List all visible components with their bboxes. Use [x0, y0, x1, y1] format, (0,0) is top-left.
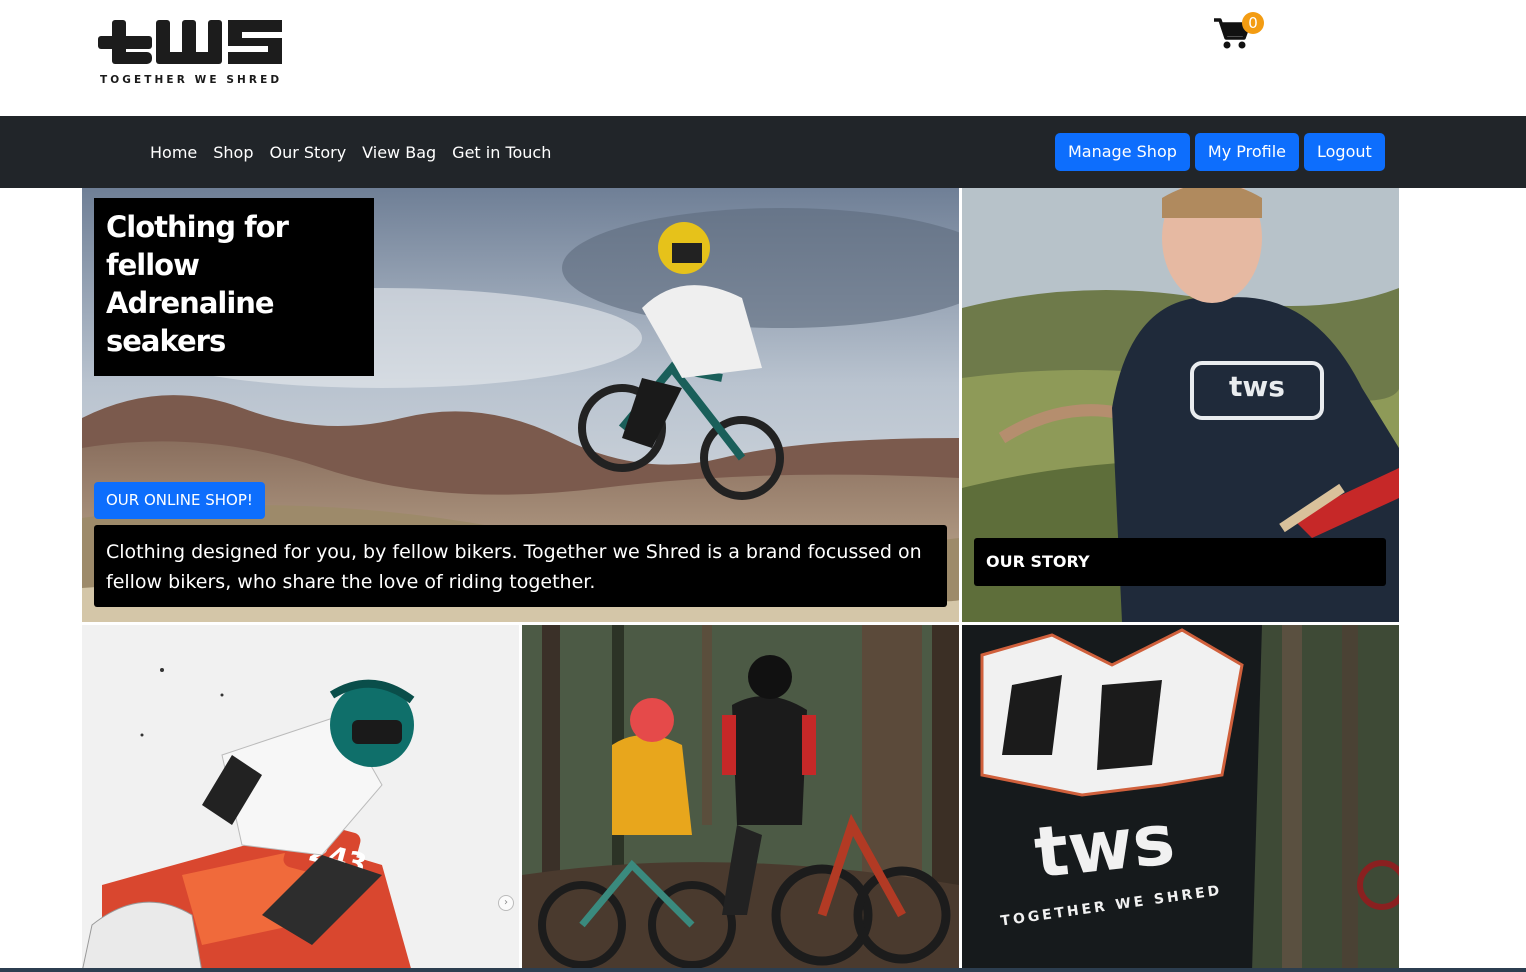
my-profile-button[interactable]: My Profile	[1194, 133, 1299, 171]
nav-links: Home Shop Our Story View Bag Get in Touc…	[150, 116, 551, 188]
page-bottom-bar	[0, 968, 1526, 972]
cart-count-badge: 0	[1242, 12, 1264, 34]
nav-our-story[interactable]: Our Story	[270, 143, 347, 162]
main-navbar: Home Shop Our Story View Bag Get in Touc…	[0, 116, 1526, 188]
hoodie-closeup-tile: tws TOGETHER WE SHRED	[962, 625, 1399, 972]
hero-headline: Clothing for fellow Adrenaline seakers	[94, 198, 374, 376]
hoodie-closeup-photo: tws TOGETHER WE SHRED	[962, 625, 1399, 972]
nav-shop[interactable]: Shop	[213, 143, 253, 162]
hero-description: Clothing designed for you, by fellow bik…	[94, 525, 947, 607]
cart-button[interactable]: 0	[1212, 12, 1268, 58]
hero-tile: Clothing for fellow Adrenaline seakers O…	[82, 188, 959, 622]
nav-get-in-touch[interactable]: Get in Touch	[452, 143, 551, 162]
riders-tile	[522, 625, 959, 972]
nav-home[interactable]: Home	[150, 143, 197, 162]
hoodie-logo: tws	[1031, 798, 1179, 894]
logo-mark	[98, 20, 282, 64]
site-header: TOGETHER WE SHRED 0	[0, 0, 1526, 116]
manage-shop-button[interactable]: Manage Shop	[1055, 133, 1190, 171]
logout-button[interactable]: Logout	[1304, 133, 1385, 171]
account-buttons: Manage Shop My Profile Logout	[1055, 133, 1385, 171]
our-story-label[interactable]: OUR STORY	[974, 538, 1386, 586]
svg-text:tws: tws	[1229, 370, 1285, 403]
motocross-tile: 243 ›	[82, 625, 519, 972]
motocross-photo: 243	[82, 625, 519, 972]
brand-logo[interactable]: TOGETHER WE SHRED	[98, 18, 284, 90]
nav-view-bag[interactable]: View Bag	[362, 143, 436, 162]
riders-photo	[522, 625, 959, 972]
our-story-tile[interactable]: tws OUR STORY	[962, 188, 1399, 622]
logo-tagline: TOGETHER WE SHRED	[100, 74, 283, 86]
carousel-next-icon[interactable]: ›	[498, 895, 514, 911]
online-shop-button[interactable]: OUR ONLINE SHOP!	[94, 482, 265, 519]
